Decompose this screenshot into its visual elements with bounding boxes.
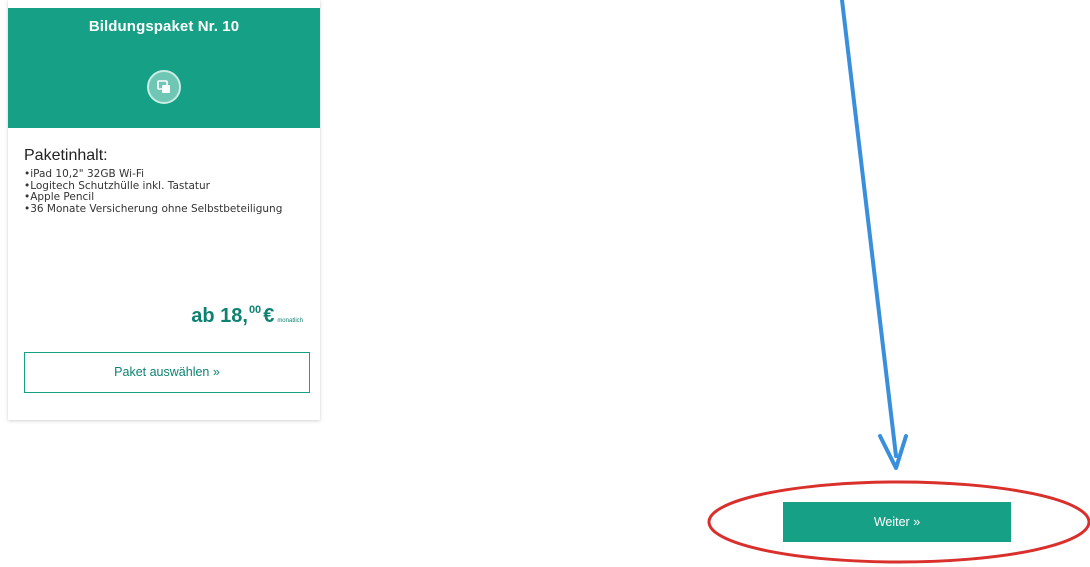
price-currency: €: [263, 305, 275, 327]
price-unit: monatlich: [277, 318, 303, 324]
price-amount: ab 18,: [191, 305, 248, 327]
list-item: 36 Monate Versicherung ohne Selbstbeteil…: [24, 203, 282, 216]
annotation-arrow-icon: [840, 0, 908, 470]
select-package-button[interactable]: Paket auswählen »: [24, 352, 310, 393]
list-item: Apple Pencil: [24, 191, 282, 204]
card-title: Bildungspaket Nr. 10: [88, 18, 240, 35]
price-cents: 00: [248, 304, 262, 316]
card-header: Bildungspaket Nr. 10: [8, 8, 320, 128]
next-button[interactable]: Weiter »: [783, 502, 1011, 542]
list-item: iPad 10,2" 32GB Wi-Fi: [24, 168, 282, 181]
content-list: iPad 10,2" 32GB Wi-Fi Logitech Schutzhül…: [24, 168, 282, 216]
package-card: Bildungspaket Nr. 10 Paketinhalt: iPad 1…: [8, 0, 320, 420]
content-heading: Paketinhalt:: [24, 147, 108, 164]
devices-icon: [147, 70, 181, 104]
price: ab 18,00 € monatlich: [191, 304, 303, 328]
